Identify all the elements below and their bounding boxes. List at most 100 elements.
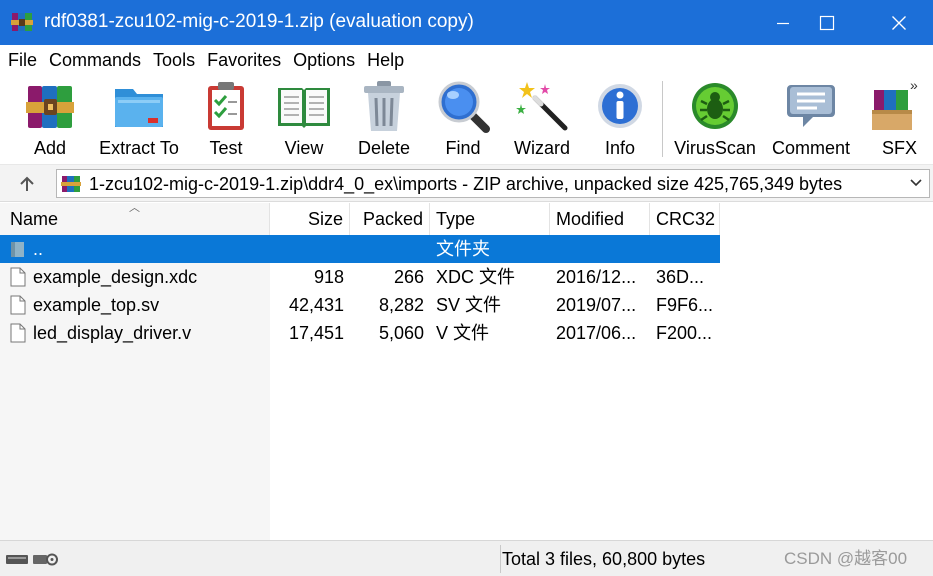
file-crc32: F9F6...	[656, 295, 714, 315]
table-row[interactable]: .. 文件夹	[0, 235, 720, 263]
file-packed: 266	[393, 267, 424, 287]
extract-to-label: Extract To	[99, 138, 179, 158]
file-crc32	[656, 235, 718, 263]
file-type: 文件夹	[436, 239, 490, 259]
find-button[interactable]: Find	[435, 79, 491, 161]
menu-tools[interactable]: Tools	[147, 45, 201, 75]
archive-books-icon	[26, 86, 74, 128]
menu-commands[interactable]: Commands	[43, 45, 147, 75]
wizard-label: Wizard	[513, 138, 570, 158]
sfx-label: SFX	[882, 138, 918, 158]
extract-to-button[interactable]: Extract To	[96, 79, 182, 161]
menu-file[interactable]: File	[2, 45, 43, 75]
magnifier-icon	[438, 81, 490, 133]
column-header-name[interactable]: Name ︿	[0, 202, 270, 235]
view-button[interactable]: View	[276, 79, 332, 161]
column-header-size[interactable]: Size	[270, 203, 350, 235]
file-modified: 2019/07...	[556, 295, 637, 315]
file-type: XDC 文件	[436, 267, 516, 287]
wizard-button[interactable]: Wizard	[512, 79, 572, 161]
list-header: Name ︿ Size Packed Type Modified CRC32	[0, 202, 720, 235]
trash-icon	[364, 81, 404, 131]
test-button[interactable]: Test	[198, 79, 254, 161]
virusscan-label: VirusScan	[674, 138, 756, 158]
menu-favorites[interactable]: Favorites	[201, 45, 287, 75]
file-name: example_design.xdc	[33, 267, 198, 287]
menu-bar: File Commands Tools Favorites Options He…	[0, 45, 933, 75]
magic-wand-icon	[516, 82, 568, 131]
file-name: led_display_driver.v	[33, 323, 192, 343]
column-header-type[interactable]: Type	[430, 203, 550, 235]
address-path-text: 1-zcu102-mig-c-2019-1.zip\ddr4_0_ex\impo…	[89, 174, 843, 194]
status-summary: Total 3 files, 60,800 bytes	[502, 549, 706, 569]
arrow-up-icon	[20, 176, 34, 191]
file-name: example_top.sv	[33, 295, 160, 315]
file-crc32: F200...	[656, 323, 713, 343]
sfx-box-icon	[872, 90, 912, 130]
close-button[interactable]	[869, 0, 929, 45]
bug-icon	[692, 83, 738, 129]
file-crc32: 36D...	[656, 267, 705, 287]
file-packed: 5,060	[378, 323, 424, 343]
comment-label: Comment	[771, 138, 851, 158]
table-row[interactable]: led_display_driver.v 17,451 5,060 V 文件 2…	[0, 319, 720, 347]
menu-help[interactable]: Help	[361, 45, 410, 75]
file-type: SV 文件	[436, 295, 502, 315]
file-type: V 文件	[436, 323, 490, 343]
file-name: ..	[33, 239, 44, 259]
table-row[interactable]: example_design.xdc 918 266 XDC 文件 2016/1…	[0, 263, 720, 291]
chevron-down-icon[interactable]	[909, 177, 923, 189]
info-icon	[598, 84, 642, 128]
sort-ascending-icon: ︿	[129, 202, 140, 214]
maximize-button[interactable]	[797, 0, 857, 45]
file-modified: 2016/12...	[556, 267, 637, 287]
title-bar: rdf0381-zcu102-mig-c-2019-1.zip (evaluat…	[0, 0, 933, 45]
file-size: 17,451	[288, 323, 344, 343]
folder-up-icon	[11, 242, 24, 257]
file-modified	[556, 235, 648, 263]
file-list: Name ︿ Size Packed Type Modified CRC32 .…	[0, 202, 933, 540]
column-header-packed[interactable]: Packed	[350, 203, 430, 235]
address-path-field[interactable]: 1-zcu102-mig-c-2019-1.zip\ddr4_0_ex\impo…	[56, 169, 930, 198]
file-packed: 8,282	[378, 295, 424, 315]
file-modified: 2017/06...	[556, 323, 637, 343]
column-name-label: Name	[10, 209, 59, 229]
drive-status-icon[interactable]	[6, 550, 60, 568]
add-label: Add	[33, 138, 67, 158]
add-button[interactable]: Add	[22, 79, 78, 161]
file-packed	[350, 235, 424, 263]
view-label: View	[284, 138, 324, 158]
file-icon	[10, 295, 26, 315]
toolbar-separator	[662, 81, 663, 157]
maximize-icon	[819, 15, 835, 30]
close-icon	[892, 15, 906, 30]
sfx-button[interactable]: SFX	[872, 79, 928, 161]
status-bar: Total 3 files, 60,800 bytes CSDN @越客00	[0, 540, 933, 576]
file-size: 918	[313, 267, 344, 287]
file-icon	[10, 323, 26, 343]
delete-label: Delete	[357, 138, 411, 158]
info-label: Info	[604, 138, 636, 158]
info-button[interactable]: Info	[592, 79, 648, 161]
book-icon	[278, 88, 330, 128]
column-header-crc32[interactable]: CRC32	[650, 203, 720, 235]
watermark: CSDN @越客00	[784, 549, 908, 568]
column-header-modified[interactable]: Modified	[550, 203, 650, 235]
zip-archive-icon	[61, 176, 81, 192]
menu-options[interactable]: Options	[287, 45, 361, 75]
up-one-level-button[interactable]	[12, 172, 42, 196]
delete-button[interactable]: Delete	[356, 79, 412, 161]
folder-icon	[115, 89, 163, 127]
toolbar-overflow-icon[interactable]: »	[910, 77, 918, 93]
find-label: Find	[445, 138, 481, 158]
test-label: Test	[209, 138, 243, 158]
minimize-icon	[777, 22, 789, 24]
winrar-icon	[11, 13, 33, 31]
virusscan-button[interactable]: VirusScan	[672, 79, 758, 161]
toolbar: Add Extract To Test View Delete Find Wiz…	[0, 75, 933, 165]
table-row[interactable]: example_top.sv 42,431 8,282 SV 文件 2019/0…	[0, 291, 720, 319]
file-icon	[10, 267, 26, 287]
comment-button[interactable]: Comment	[768, 79, 854, 161]
address-bar: 1-zcu102-mig-c-2019-1.zip\ddr4_0_ex\impo…	[0, 165, 933, 202]
status-divider	[500, 545, 501, 573]
